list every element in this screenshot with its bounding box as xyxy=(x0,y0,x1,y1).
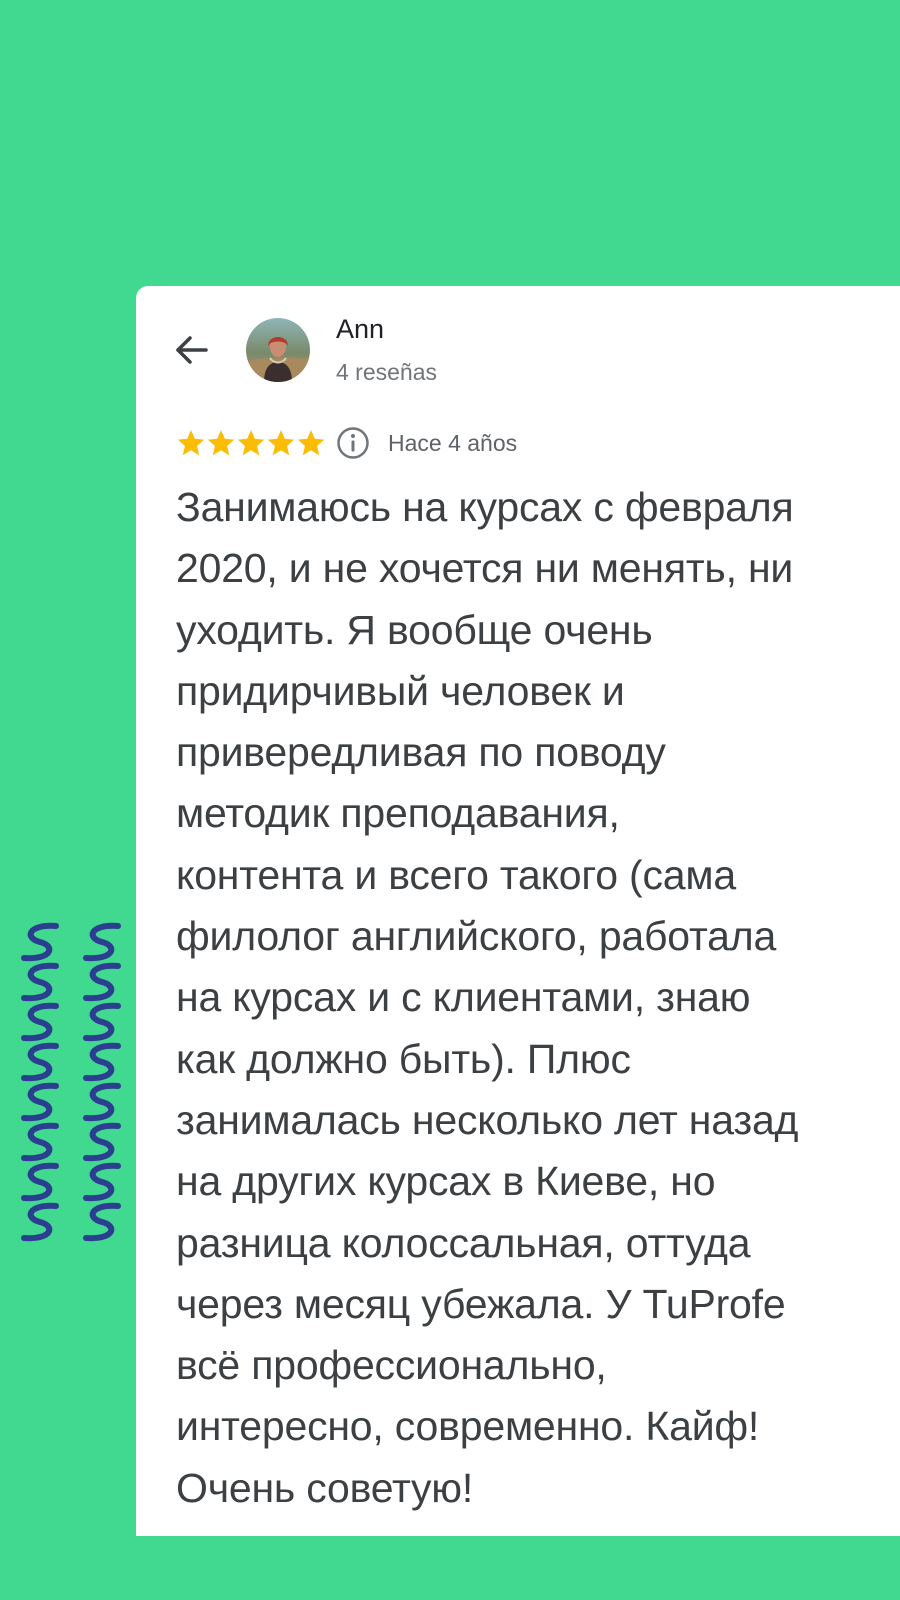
review-text-line: занималась несколько лет назад xyxy=(176,1096,799,1143)
star-icon xyxy=(267,430,295,456)
review-text-line: Занимаюсь на курсах с февраля xyxy=(176,484,794,530)
review-text-line: придирчивый человек и xyxy=(176,667,625,714)
star-icon xyxy=(207,430,235,456)
reviews-count: 4 reseñas xyxy=(336,359,438,385)
star-icon xyxy=(177,430,205,456)
review-text-line: всё профессионально, xyxy=(176,1342,607,1389)
reviewer-name[interactable]: Ann xyxy=(336,314,384,345)
review-text-line: методик преподавания, xyxy=(176,790,620,837)
review-text-line: привередливая по поводу xyxy=(176,729,666,776)
review-text-line: на других курсах в Киеве, но xyxy=(176,1158,716,1205)
review-text-line: как должно быть). Плюс xyxy=(176,1035,631,1082)
review-text-line: филолог английского, работала xyxy=(176,913,777,960)
review-text-line: контента и всего такого (сама xyxy=(176,851,736,898)
review-text-line: уходить. Я вообще очень xyxy=(176,606,653,653)
info-icon[interactable] xyxy=(336,426,370,460)
wave-decoration-left xyxy=(21,922,59,1242)
wave-decoration-right xyxy=(83,922,121,1242)
review-text-line: разница колоссальная, оттуда xyxy=(176,1219,751,1266)
rating-row: Hace 4 años xyxy=(176,426,517,460)
review-text-line: интересно, современно. Кайф! xyxy=(176,1403,760,1450)
review-text-line: Очень советую! xyxy=(176,1464,474,1511)
arrow-left-icon[interactable] xyxy=(172,330,212,370)
user-avatar[interactable] xyxy=(246,318,310,382)
review-date: Hace 4 años xyxy=(388,429,518,456)
review-text-line: 2020, и не хочется ни менять, ни xyxy=(176,545,794,592)
review-text-line: через месяц убежала. У TuProfe xyxy=(176,1280,786,1327)
star-rating xyxy=(176,428,326,458)
review-card: Ann 4 reseñas Hace 4 años Занимаюсь на к… xyxy=(136,286,900,1536)
star-icon xyxy=(237,430,265,456)
star-icon xyxy=(297,430,325,456)
review-text: Занимаюсь на курсах с февраля 2020, и не … xyxy=(176,477,876,1519)
review-text-line: на курсах и с клиентами, знаю xyxy=(176,974,751,1021)
